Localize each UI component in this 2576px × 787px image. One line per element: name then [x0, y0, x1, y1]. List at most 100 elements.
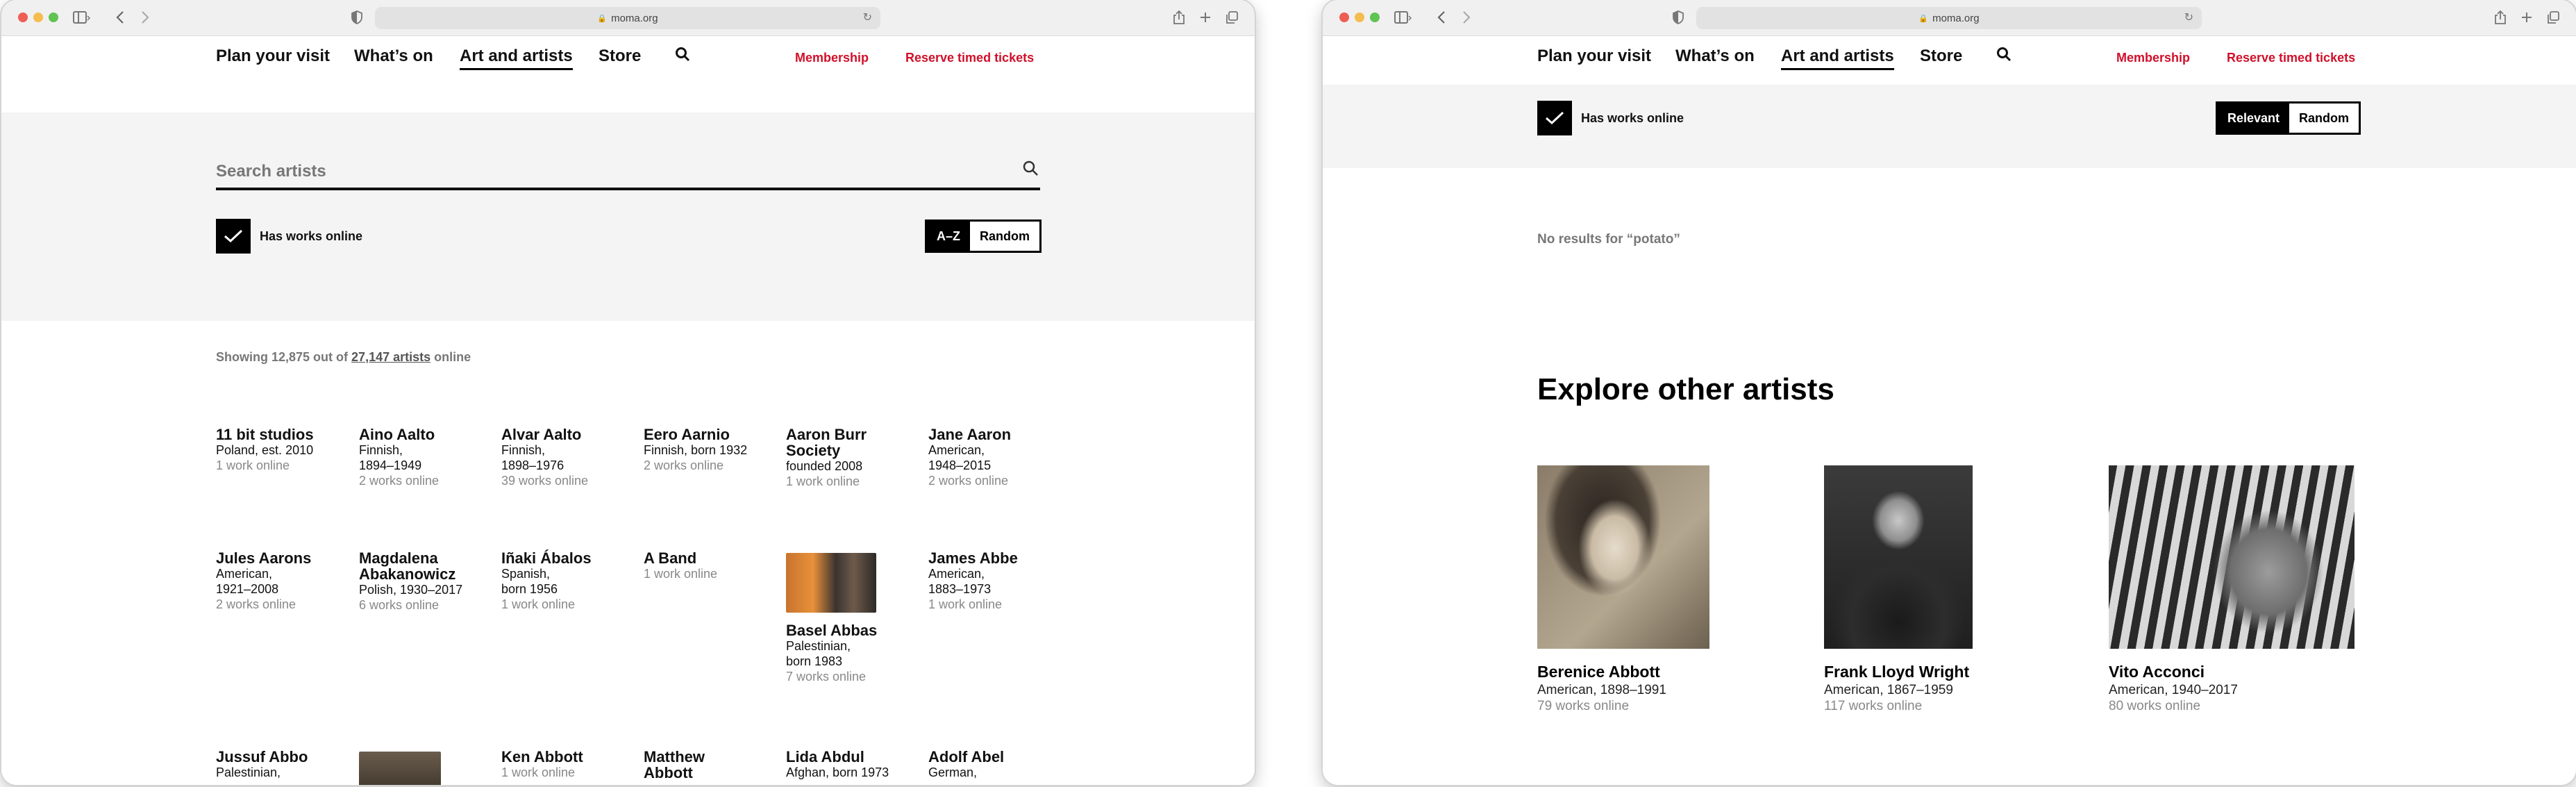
artist-card-name: Berenice Abbott	[1537, 663, 1660, 681]
artist-item[interactable]: Iñaki Ábalos Spanish, born 1956 1 work o…	[501, 550, 626, 612]
address-bar[interactable]: 🔒 moma.org ↻	[1696, 7, 2202, 29]
privacy-shield-icon[interactable]	[349, 8, 365, 26]
artist-item[interactable]: Jules Aarons American, 1921–2008 2 works…	[216, 550, 341, 612]
artist-thumbnail	[359, 752, 441, 785]
artist-search-box	[216, 157, 1040, 190]
nav-plan-your-visit[interactable]: Plan your visit	[216, 47, 330, 66]
nav-reserve-tickets-link[interactable]: Reserve timed tickets	[2227, 51, 2355, 65]
nav-whats-on[interactable]: What’s on	[354, 47, 433, 66]
tab-overview-icon[interactable]	[2545, 8, 2561, 26]
artist-item[interactable]: James Abbe American, 1883–1973 1 work on…	[928, 550, 1032, 612]
has-works-online-label: Has works online	[1581, 111, 1684, 125]
artist-item[interactable]: Aino Aalto Finnish, 1894–1949 2 works on…	[359, 426, 477, 488]
nav-art-and-artists[interactable]: Art and artists	[460, 47, 573, 70]
artist-item[interactable]: Eero Aarnio Finnish, born 1932 2 works o…	[644, 426, 769, 473]
artist-item[interactable]	[359, 752, 484, 785]
privacy-shield-icon[interactable]	[1670, 8, 1687, 26]
nav-plan-your-visit[interactable]: Plan your visit	[1537, 47, 1651, 66]
close-window-button[interactable]	[18, 13, 28, 22]
nav-membership-link[interactable]: Membership	[795, 51, 869, 65]
back-icon[interactable]	[112, 8, 128, 26]
lock-icon: 🔒	[597, 13, 608, 23]
has-works-online-checkbox[interactable]	[216, 219, 251, 254]
artist-works-count: 1 work online	[644, 567, 718, 581]
artist-name: Matthew Abbott	[644, 748, 705, 781]
artist-item[interactable]: Lida Abdul Afghan, born 1973	[786, 749, 911, 780]
artist-item[interactable]: Jussuf Abbo Palestinian,	[216, 749, 341, 780]
nav-reserve-tickets-link[interactable]: Reserve timed tickets	[905, 51, 1034, 65]
artist-name: Lida Abdul	[786, 748, 864, 765]
artist-card-name: Vito Acconci	[2109, 663, 2205, 681]
artist-name: Jules Aarons	[216, 549, 312, 567]
checkmark-icon	[1546, 111, 1564, 125]
close-window-button[interactable]	[1339, 13, 1349, 22]
sort-option-az[interactable]: A–Z	[927, 222, 971, 251]
artist-name: Jussuf Abbo	[216, 748, 308, 765]
artist-name: A Band	[644, 549, 697, 567]
sidebar-toggle-icon[interactable]	[68, 8, 96, 26]
new-tab-icon[interactable]	[1197, 8, 1214, 26]
browser-toolbar: 🔒 moma.org ↻	[1, 0, 1255, 36]
nav-store[interactable]: Store	[1920, 47, 1962, 66]
artist-item[interactable]: Magdalena Abakanowicz Polish, 1930–2017 …	[359, 550, 484, 613]
address-text: moma.org	[1932, 12, 1980, 24]
nav-membership-link[interactable]: Membership	[2116, 51, 2190, 65]
reload-icon[interactable]: ↻	[2184, 10, 2193, 24]
browser-toolbar: 🔒 moma.org ↻	[1323, 0, 2576, 36]
tab-overview-icon[interactable]	[1223, 8, 1240, 26]
share-icon[interactable]	[2492, 8, 2509, 26]
search-input[interactable]	[216, 160, 980, 183]
reload-icon[interactable]: ↻	[863, 10, 872, 24]
forward-icon[interactable]	[137, 8, 153, 26]
sort-option-random[interactable]: Random	[2289, 103, 2359, 133]
sort-toggle: Relevant Random	[2216, 101, 2361, 135]
artist-item[interactable]: Ken Abbott 1 work online	[501, 749, 626, 780]
nav-art-and-artists[interactable]: Art and artists	[1781, 47, 1894, 70]
back-icon[interactable]	[1434, 8, 1449, 26]
forward-icon[interactable]	[1459, 8, 1474, 26]
nav-search-icon[interactable]	[675, 47, 690, 62]
all-artists-link[interactable]: 27,147 artists	[351, 350, 430, 364]
sort-option-random[interactable]: Random	[970, 222, 1040, 251]
address-text: moma.org	[611, 12, 658, 24]
results-count-prefix: Showing 12,875 out of	[216, 350, 349, 364]
nav-whats-on[interactable]: What’s on	[1675, 47, 1755, 66]
artist-item[interactable]: Adolf Abel German,	[928, 749, 1053, 780]
minimize-window-button[interactable]	[33, 13, 43, 22]
artist-item[interactable]: Basel Abbas Palestinian, born 1983 7 wor…	[786, 553, 911, 684]
artist-photo	[2109, 465, 2355, 649]
artist-item[interactable]: Jane Aaron American, 1948–2015 2 works o…	[928, 426, 1032, 488]
artist-item[interactable]: 11 bit studios Poland, est. 2010 1 work …	[216, 426, 341, 473]
nav-search-icon[interactable]	[1996, 47, 2012, 62]
artist-card-name: Frank Lloyd Wright	[1824, 663, 1970, 681]
artist-item[interactable]: Alvar Aalto Finnish, 1898–1976 39 works …	[501, 426, 626, 488]
artist-works-count: 1 work online	[928, 597, 1003, 611]
artist-works-count: 1 work online	[501, 597, 576, 611]
artist-item[interactable]: Matthew Abbott	[644, 749, 727, 781]
artist-card[interactable]: Berenice Abbott American, 1898–1991 79 w…	[1537, 465, 1709, 714]
sidebar-toggle-icon[interactable]	[1389, 8, 1417, 26]
has-works-online-checkbox[interactable]	[1537, 101, 1572, 135]
browser-window-right: 🔒 moma.org ↻ Plan your visit What’s on A…	[1323, 0, 2576, 785]
share-icon[interactable]	[1171, 8, 1187, 26]
minimize-window-button[interactable]	[1355, 13, 1364, 22]
artist-name: Jane Aaron	[928, 426, 1012, 443]
artist-works-count: 39 works online	[501, 474, 589, 488]
artist-card[interactable]: Vito Acconci American, 1940–2017 80 work…	[2109, 465, 2355, 714]
nav-store[interactable]: Store	[599, 47, 641, 66]
artist-card[interactable]: Frank Lloyd Wright American, 1867–1959 1…	[1824, 465, 2032, 714]
artist-works-count: 2 works online	[216, 597, 296, 611]
browser-window-left: 🔒 moma.org ↻ Plan your visit What’s on A…	[1, 0, 1255, 785]
artist-item[interactable]: A Band 1 work online	[644, 550, 769, 581]
artist-card-works: 117 works online	[1824, 699, 1923, 713]
results-count-suffix: online	[434, 350, 471, 364]
zoom-window-button[interactable]	[49, 13, 58, 22]
artist-item[interactable]: Aaron Burr Society founded 2008 1 work o…	[786, 426, 890, 489]
search-icon[interactable]	[1022, 160, 1040, 178]
artist-meta: American, 1883–1973	[928, 567, 992, 596]
sort-option-relevant[interactable]: Relevant	[2218, 103, 2290, 133]
new-tab-icon[interactable]	[2518, 8, 2535, 26]
zoom-window-button[interactable]	[1370, 13, 1380, 22]
address-bar[interactable]: 🔒 moma.org ↻	[375, 7, 880, 29]
artist-name: Iñaki Ábalos	[501, 549, 592, 567]
